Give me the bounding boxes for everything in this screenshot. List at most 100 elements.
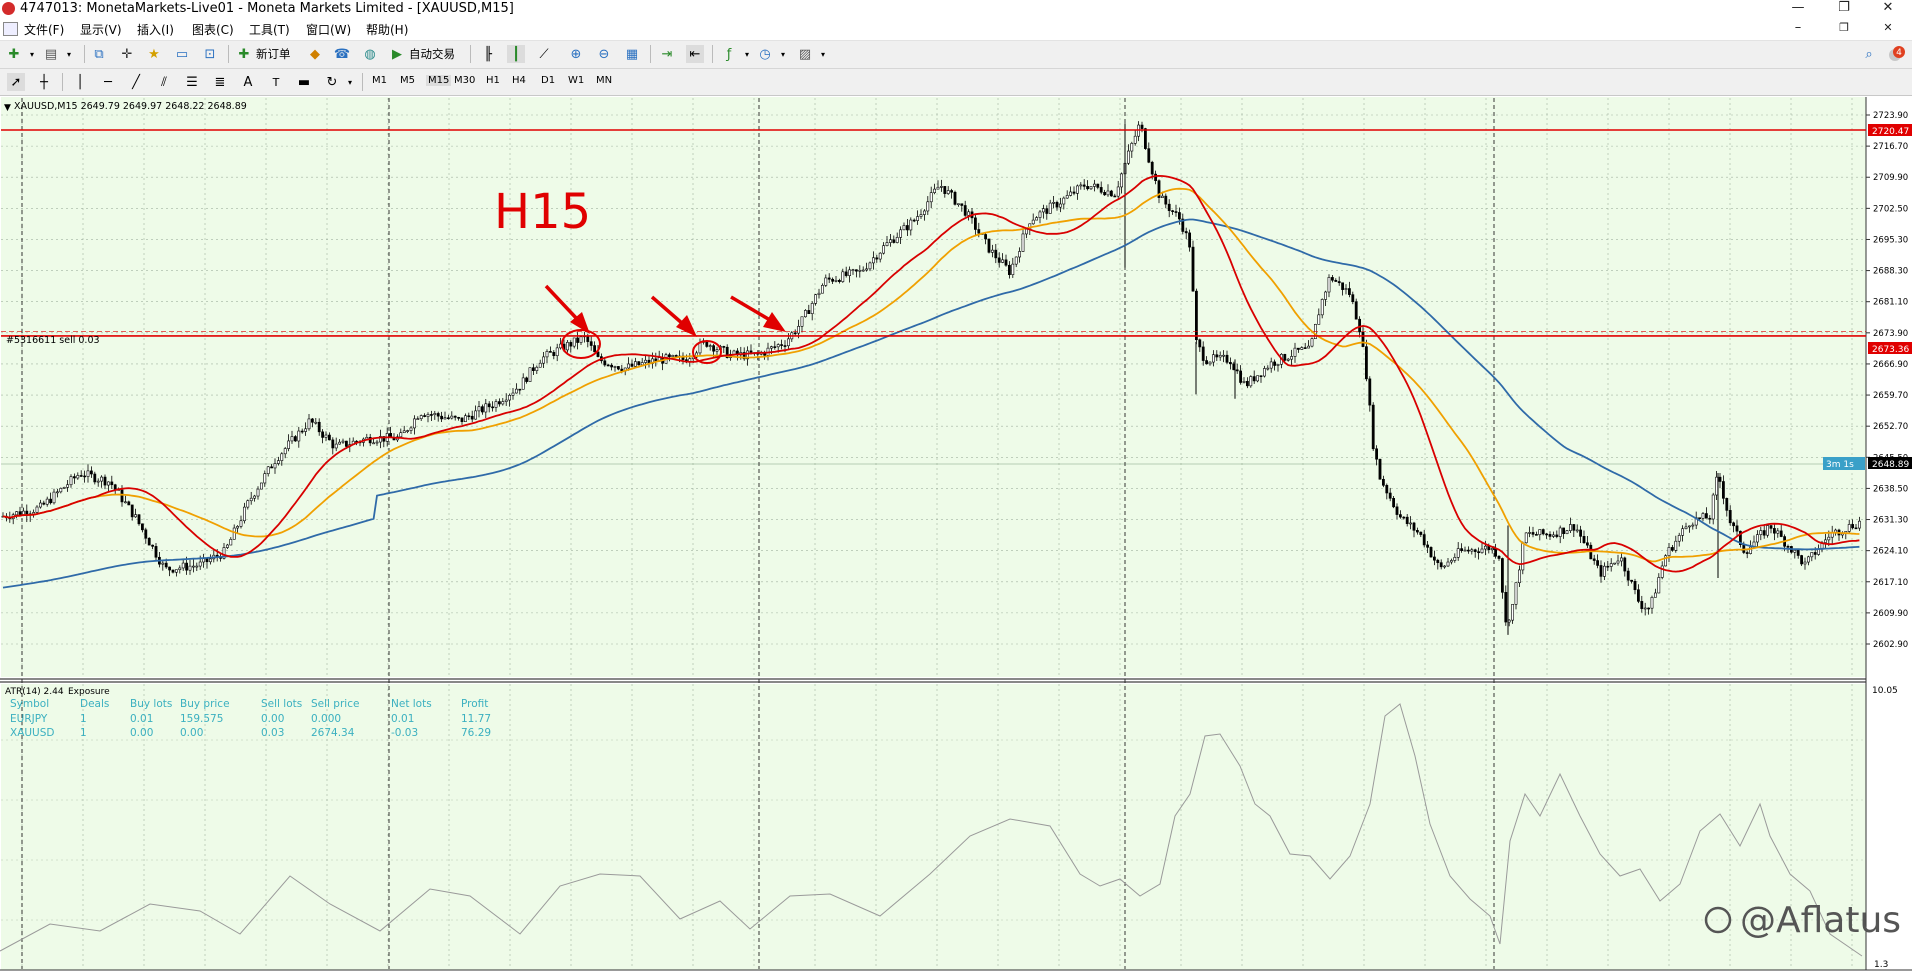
timeframe-d1[interactable]: D1 [541,75,555,86]
candlestick-chart-icon[interactable]: ┃ [507,45,525,63]
menu-file[interactable]: 文件(F) [24,21,64,38]
price-axis-label: 2716.70 [1873,142,1908,152]
bar-chart-icon[interactable]: ╟ [479,45,497,63]
mdi-restore-button[interactable]: ❐ [1826,20,1862,38]
timeframe-h1[interactable]: H1 [486,75,500,86]
candle-body [837,279,841,282]
candle-body [463,415,467,422]
minimize-button[interactable]: — [1780,0,1816,18]
arrows-icon[interactable]: ↻ [323,73,341,91]
menu-insert[interactable]: 插入(I) [137,21,174,38]
new-order-icon[interactable]: ✚ [235,45,253,63]
equidistant-channel-icon[interactable]: ⫽ [155,73,173,91]
navigator-icon[interactable]: ★ [145,45,163,63]
dropdown-arrow-icon[interactable]: ▾ [23,45,41,63]
candle-body [1052,202,1056,204]
candle-body [1093,183,1096,187]
trendline-icon[interactable]: ╱ [127,73,145,91]
candle-body [929,192,933,203]
dropdown-arrow-icon[interactable]: ▾ [341,73,359,91]
rectangle-icon[interactable]: ▬ [295,73,313,91]
candle-body [1473,549,1477,552]
candle-body [1558,527,1562,537]
timeframe-h4[interactable]: H4 [512,75,526,86]
chart-window-icon[interactable] [3,22,18,36]
candle-body [1504,592,1508,623]
close-button[interactable]: ✕ [1870,0,1906,18]
periods-clock-icon[interactable]: ◷ [756,45,774,63]
chart-window[interactable]: 2723.90 2716.70 2709.90 2702.50 2695.30 2688.… [0,96,1912,972]
dropdown-arrow-icon[interactable]: ▾ [60,45,78,63]
candle-body [1800,555,1804,565]
candle-body [229,539,233,546]
timeframe-m30[interactable]: M30 [454,75,475,86]
dropdown-arrow-icon[interactable]: ▾ [738,45,756,63]
metaeditor-icon[interactable]: ◆ [306,45,324,63]
market-icon[interactable]: ◍ [361,45,379,63]
fibonacci-fan-icon[interactable]: ≣ [211,73,229,91]
timeframe-w1[interactable]: W1 [568,75,584,86]
mdi-close-button[interactable]: ✕ [1870,20,1906,38]
chart-shift-icon[interactable]: ⇥ [658,45,676,63]
candle-body [926,201,930,212]
candle-body [1796,549,1800,556]
chart-canvas[interactable]: 2723.90 2716.70 2709.90 2702.50 2695.30 2688.… [0,96,1912,972]
candle-body [1178,212,1181,220]
line-chart-icon[interactable]: ⟋ [535,45,553,63]
candle-body [1025,228,1028,235]
signals-icon[interactable]: ☎ [333,45,351,63]
price-axis-label: 2638.50 [1873,484,1908,494]
auto-scroll-icon[interactable]: ⇤ [686,45,704,63]
tile-windows-icon[interactable]: ▦ [623,45,641,63]
new-order-button[interactable]: 新订单 [256,46,291,62]
restore-button[interactable]: ❐ [1826,0,1862,18]
candle-body [253,495,257,499]
menu-tools[interactable]: 工具(T) [249,21,290,38]
candle-body [1827,536,1831,541]
horizontal-line-icon[interactable]: ─ [99,73,117,91]
terminal-icon[interactable]: ▭ [173,45,191,63]
menu-view[interactable]: 显示(V) [80,21,122,38]
notifications-icon[interactable]: 4 [1886,45,1906,63]
menu-help[interactable]: 帮助(H) [366,21,408,38]
auto-trading-button[interactable]: 自动交易 [409,46,455,62]
candle-body [572,337,576,347]
timeframe-m5[interactable]: M5 [400,75,415,86]
candle-body [334,443,338,449]
indicator-axis-max: 10.05 [1872,686,1898,696]
mdi-minimize-button[interactable]: – [1780,20,1816,38]
profiles-icon[interactable]: ▤ [42,45,60,63]
zoom-out-icon[interactable]: ⊖ [595,45,613,63]
dropdown-arrow-icon[interactable]: ▾ [774,45,792,63]
candle-body [1252,376,1256,382]
menu-window[interactable]: 窗口(W) [306,21,351,38]
auto-trading-icon[interactable]: ▶ [388,45,406,63]
timeframe-m1[interactable]: M1 [372,75,387,86]
cursor-icon[interactable]: ➚ [7,73,25,91]
market-watch-icon[interactable]: ⧉ [90,45,108,63]
crosshair-data-window-icon[interactable]: ✛ [118,45,136,63]
new-chart-icon[interactable]: ✚ [5,45,23,63]
candle-body [1541,529,1545,535]
crosshair-icon[interactable]: ┼ [35,73,53,91]
dropdown-arrow-icon[interactable]: ▾ [814,45,832,63]
candle-body [113,484,117,490]
templates-icon[interactable]: ▨ [796,45,814,63]
text-label-icon[interactable]: T [267,73,285,91]
vertical-line-icon[interactable]: │ [71,73,89,91]
candle-body [909,219,913,231]
timeframe-mn[interactable]: MN [596,75,612,86]
strategy-tester-icon[interactable]: ⊡ [201,45,219,63]
candle-body [776,344,780,348]
fibonacci-retracement-icon[interactable]: ☰ [183,73,201,91]
candle-body [1198,339,1202,348]
candle-body [1239,370,1243,383]
candle-body [1847,524,1851,532]
timeframe-m15[interactable]: M15 [426,75,452,86]
zoom-in-icon[interactable]: ⊕ [567,45,585,63]
menu-charts[interactable]: 图表(C) [192,21,234,38]
search-icon[interactable]: ⌕ [1860,45,1878,63]
candle-body [1290,356,1294,360]
indicators-icon[interactable]: ƒ [720,45,738,63]
text-icon[interactable]: A [239,73,257,91]
